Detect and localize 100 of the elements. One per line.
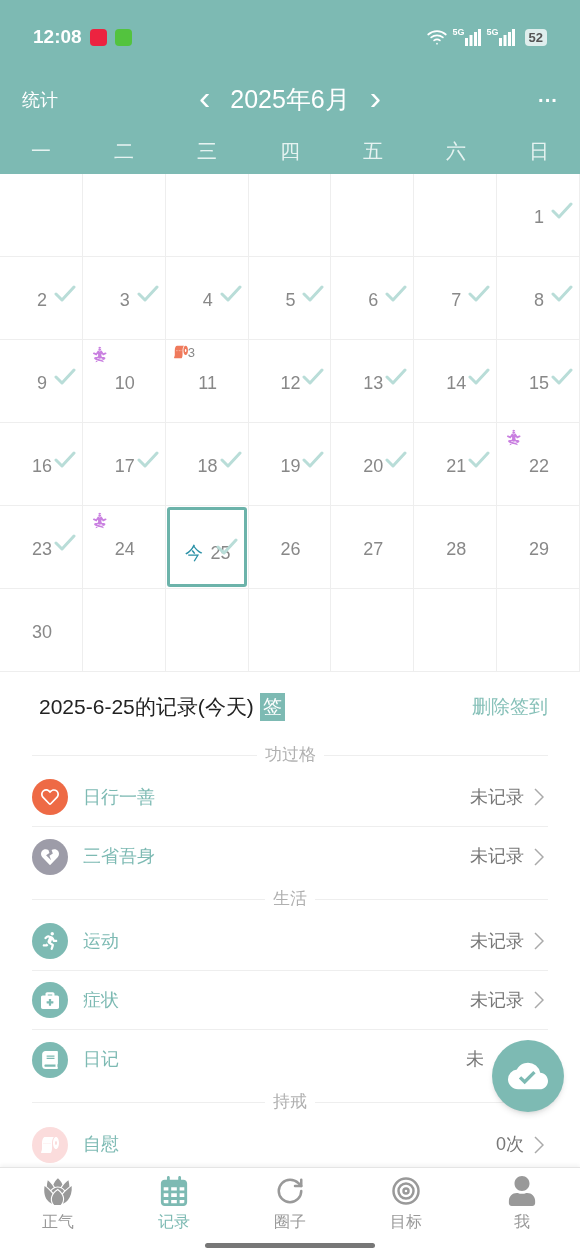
book-icon [41, 1050, 59, 1069]
network-label: 5G [452, 28, 465, 37]
target-icon [391, 1176, 421, 1206]
nav-tab[interactable]: 我 [464, 1176, 580, 1234]
count-label: 3 [187, 345, 195, 359]
previous-month-button[interactable]: ‹ [198, 80, 211, 120]
clock-time: 12:08 [33, 24, 82, 49]
next-month-button[interactable]: › [369, 80, 382, 120]
delete-sign-in-link[interactable]: 删除签到 [472, 692, 548, 722]
day-number: 19 [280, 455, 301, 478]
calendar-day[interactable]: 4 [165, 257, 248, 339]
calendar-day[interactable]: 3 11 [165, 340, 248, 422]
weekday-label: 四 [279, 139, 301, 164]
lotus-icon [43, 1176, 73, 1206]
calendar-day[interactable]: 5 [248, 257, 331, 339]
calendar-icon [159, 1176, 189, 1206]
message-app-icon [114, 28, 132, 46]
calendar-day[interactable]: 17 [82, 423, 165, 505]
calendar-day[interactable]: 8 [497, 257, 579, 339]
record-value: 未记录 [470, 845, 524, 868]
check-icon [53, 451, 76, 469]
more-button[interactable]: ··· [478, 85, 558, 115]
nav-tab[interactable]: 记录 [116, 1176, 232, 1234]
wifi-icon [426, 27, 447, 47]
calendar-day[interactable]: 2 [0, 257, 82, 339]
calendar-day[interactable]: 13 [331, 340, 414, 422]
day-number: 30 [31, 621, 52, 644]
day-number: 29 [529, 538, 550, 561]
weekday-label: 六 [444, 139, 467, 164]
calendar-day[interactable]: 10 [82, 340, 165, 422]
statistics-link[interactable]: 统计 [22, 86, 102, 114]
calendar-day[interactable]: 7 [414, 257, 497, 339]
calendar-day[interactable]: 30 [0, 589, 82, 671]
calendar-day[interactable]: 1 [497, 174, 579, 256]
calendar-day[interactable]: 29 [497, 506, 579, 588]
calendar-day[interactable]: 14 [414, 340, 497, 422]
calendar-day[interactable]: 15 [497, 340, 579, 422]
calendar-day[interactable]: 3 [82, 257, 165, 339]
day-number: 7 [451, 289, 462, 312]
check-icon [302, 285, 325, 303]
day-number: 18 [197, 455, 218, 478]
calendar-day[interactable]: 23 [0, 506, 82, 588]
runner-icon [41, 932, 59, 950]
calendar-day[interactable]: 12 [248, 340, 331, 422]
category-label: 运动 [83, 929, 120, 953]
day-number: 6 [368, 289, 379, 312]
check-icon [551, 202, 573, 220]
check-icon [219, 451, 242, 469]
calendar-day[interactable]: 20 [331, 423, 414, 505]
nav-tab[interactable]: 正气 [0, 1176, 116, 1234]
calendar-day[interactable]: 28 [414, 506, 497, 588]
check-icon [219, 285, 242, 303]
day-number: 10 [114, 372, 135, 395]
check-icon [468, 285, 491, 303]
check-icon [551, 368, 573, 386]
section-label: 功过格 [264, 744, 316, 767]
category-label: 三省吾身 [83, 845, 156, 868]
calendar-day[interactable]: 16 [0, 423, 82, 505]
check-icon [136, 285, 159, 303]
sign-in-badge: 签 [259, 693, 285, 721]
record-title: 2025-6-25的记录(今天) [39, 694, 254, 721]
day-number: 16 [31, 455, 52, 478]
check-icon [385, 285, 408, 303]
calendar-day[interactable]: 19 [248, 423, 331, 505]
heart-icon [41, 788, 59, 806]
calendar-day[interactable]: 22 [497, 423, 579, 505]
category-label: 日记 [83, 1048, 120, 1071]
category-label: 自慰 [83, 1133, 120, 1156]
category-label: 日行一善 [83, 785, 156, 809]
calendar-day[interactable]: 21 [414, 423, 497, 505]
nav-tab[interactable]: 圈子 [232, 1176, 348, 1234]
circle-arrow-icon [275, 1176, 305, 1206]
broken-heart-icon [41, 847, 59, 866]
calendar-day[interactable]: 18 [165, 423, 248, 505]
meditation-icon [90, 346, 108, 363]
day-number: 1 [534, 206, 545, 229]
today-label: 今 [184, 542, 203, 565]
day-number: 20 [363, 455, 384, 478]
weekday-label: 日 [527, 139, 550, 164]
day-number: 21 [446, 455, 467, 478]
section-label: 持戒 [273, 1091, 307, 1114]
calendar-day[interactable]: 26 [248, 506, 331, 588]
app-icon [89, 28, 107, 46]
check-icon [136, 451, 159, 469]
signal-icon [498, 28, 515, 46]
calendar-day[interactable]: 27 [331, 506, 414, 588]
calendar-day[interactable]: 6 [331, 257, 414, 339]
weekday-label: 二 [113, 139, 136, 164]
section-label: 生活 [273, 888, 307, 911]
medical-kit-icon [41, 991, 59, 1009]
nav-tab[interactable]: 目标 [348, 1176, 464, 1234]
cloud-sync-button[interactable] [492, 1040, 564, 1112]
weekday-label: 一 [30, 139, 53, 164]
day-number: 4 [202, 289, 213, 312]
calendar-day[interactable]: 9 [0, 340, 82, 422]
day-number: 9 [36, 372, 47, 395]
calendar-day[interactable]: 24 [82, 506, 165, 588]
meditation-icon [90, 512, 108, 529]
month-title: 2025年6月 [230, 84, 350, 116]
paper-roll-icon [41, 1135, 59, 1154]
